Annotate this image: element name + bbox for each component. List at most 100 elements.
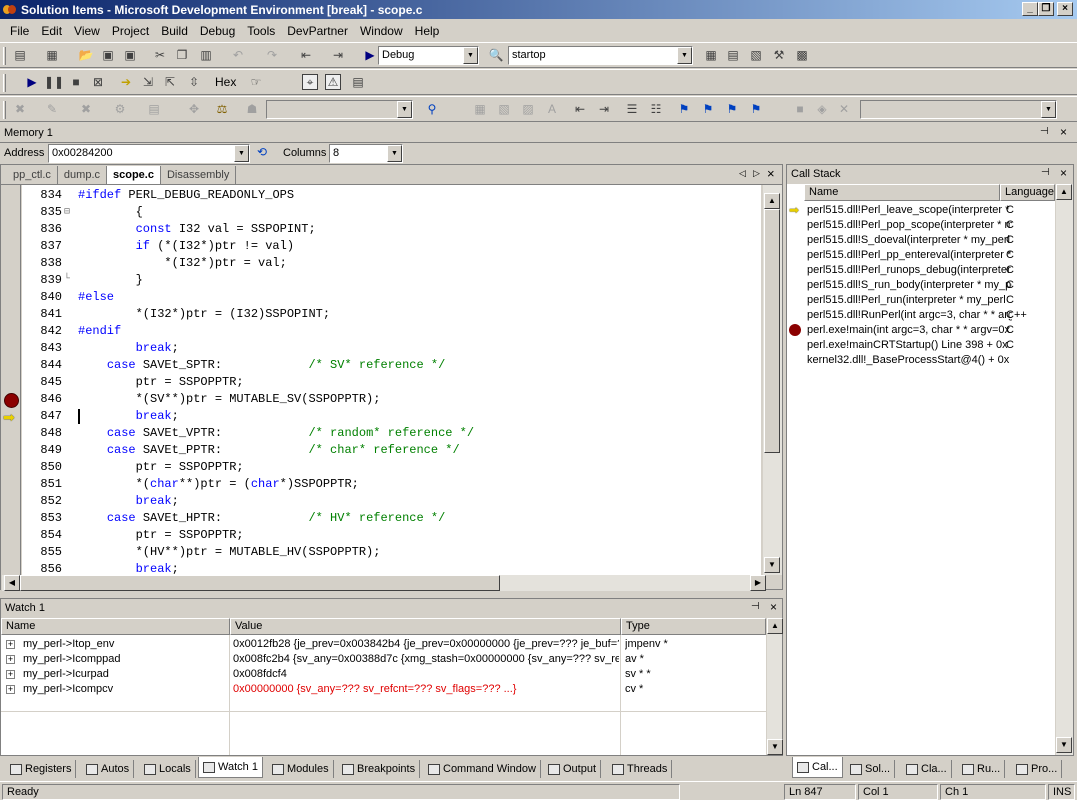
call-stack-frame[interactable]: perl.exe!main(int argc=3, char * * argv=… — [807, 323, 1012, 338]
dp-tool-3-icon[interactable]: ✖ — [78, 101, 94, 117]
watch-scroll-up-icon[interactable]: ▲ — [767, 618, 783, 634]
navigate-back-icon[interactable]: ⇤ — [298, 47, 314, 63]
restore-button[interactable]: ❐ — [1038, 2, 1054, 16]
dp-tool-16-icon[interactable]: ✕ — [836, 101, 852, 117]
solution-explorer-icon[interactable]: ▦ — [703, 47, 719, 63]
dp-combo-2[interactable]: ▼ — [860, 100, 1057, 119]
tab-scroll-right-icon[interactable]: ▷ — [753, 168, 760, 179]
tab-command-window[interactable]: Command Window — [424, 760, 541, 778]
call-stack-frame[interactable]: perl515.dll!RunPerl(int argc=3, char * *… — [807, 308, 1012, 323]
navigate-forward-icon[interactable]: ⇥ — [330, 47, 346, 63]
dp-tool-5-icon[interactable]: ▤ — [146, 101, 162, 117]
prev-bookmark-icon[interactable]: ⚑ — [724, 101, 740, 117]
code-line[interactable]: 853 case SAVEt_HPTR: /* HV* reference */ — [22, 510, 761, 527]
call-stack-frame[interactable]: perl515.dll!Perl_run(interpreter * my_pe… — [807, 293, 1012, 308]
tab-call-stack[interactable]: Cal... — [792, 757, 843, 778]
paste-icon[interactable]: ▥ — [198, 47, 214, 63]
tab-registers[interactable]: Registers — [6, 760, 77, 778]
code-line[interactable]: 856 break; — [22, 561, 761, 575]
watch-empty-row[interactable] — [1, 697, 766, 712]
menu-edit[interactable]: Edit — [35, 24, 68, 38]
cut-icon[interactable]: ✂ — [152, 47, 168, 63]
break-all-icon[interactable]: ❚❚ — [44, 74, 64, 90]
dp-tool-2-icon[interactable]: ✎ — [44, 101, 60, 117]
hscroll-thumb[interactable] — [20, 575, 500, 591]
tab-pp-ctl[interactable]: pp_ctl.c — [7, 166, 58, 184]
tab-locals[interactable]: Locals — [140, 760, 196, 778]
tab-autos[interactable]: Autos — [82, 760, 135, 778]
code-line[interactable]: 850 ptr = SSPOPPTR; — [22, 459, 761, 476]
clear-bookmarks-icon[interactable]: ⚑ — [748, 101, 764, 117]
watch-type[interactable]: sv * * — [625, 667, 765, 682]
code-area[interactable]: 834 #ifdef PERL_DEBUG_READONLY_OPS 835 {83… — [22, 185, 761, 575]
menu-help[interactable]: Help — [409, 24, 446, 38]
close-button[interactable]: × — [1057, 2, 1073, 16]
restart-icon[interactable]: ⊠ — [90, 74, 106, 90]
code-line[interactable]: 847 break; — [22, 408, 761, 425]
code-line[interactable]: 838 *(I32*)ptr = val; — [22, 255, 761, 272]
dp-tool-7-icon[interactable]: ⚖ — [214, 101, 230, 117]
dp-tool-4-icon[interactable]: ⚙ — [112, 101, 128, 117]
call-stack-frame[interactable]: perl515.dll!Perl_pop_scope(interpreter *… — [807, 218, 1012, 233]
call-stack-frame[interactable]: perl515.dll!S_run_body(interpreter * my_… — [807, 278, 1012, 293]
code-line[interactable]: 840 #else — [22, 289, 761, 306]
dp-tool-6-icon[interactable]: ✥ — [186, 101, 202, 117]
scroll-up-icon[interactable]: ▲ — [764, 193, 780, 209]
code-line[interactable]: 836 const I32 val = SSPOPINT; — [22, 221, 761, 238]
continue-icon[interactable]: ▶ — [24, 74, 40, 90]
show-next-statement-icon[interactable]: ➔ — [118, 74, 134, 90]
address-input[interactable]: 0x00284200 ▼ — [48, 144, 250, 163]
bookmark-icon[interactable]: ⚑ — [676, 101, 692, 117]
dp-tool-8-icon[interactable]: ☗ — [244, 101, 260, 117]
call-stack-frame[interactable]: kernel32.dll!_BaseProcessStart@4() + 0x — [807, 353, 1012, 368]
watch-name[interactable]: my_perl->Icomppad — [23, 652, 228, 667]
watch-col-name[interactable]: Name — [1, 618, 230, 635]
code-line[interactable]: 852 break; — [22, 493, 761, 510]
col-language-header[interactable]: Language — [1000, 184, 1055, 201]
tab-scroll-left-icon[interactable]: ◁ — [739, 168, 746, 179]
copy-icon[interactable]: ❐ — [174, 47, 190, 63]
hex-toggle[interactable]: Hex — [215, 75, 236, 89]
columns-combo[interactable]: 8 ▼ — [329, 144, 403, 163]
comment-icon[interactable]: ☰ — [624, 101, 640, 117]
next-bookmark-icon[interactable]: ⚑ — [700, 101, 716, 117]
code-line[interactable]: 841 *(I32*)ptr = (I32)SSPOPINT; — [22, 306, 761, 323]
call-stack-frame[interactable]: perl515.dll!S_doeval(interpreter * my_pe… — [807, 233, 1012, 248]
app-icon[interactable] — [2, 3, 18, 17]
memory-close-icon[interactable]: × — [1060, 125, 1067, 139]
undo-icon[interactable]: ↶ — [230, 47, 246, 63]
minimize-button[interactable]: _ — [1022, 2, 1038, 16]
editor-hscroll[interactable]: ◀ ▶ — [1, 575, 766, 591]
dp-tool-12-icon[interactable]: ▨ — [520, 101, 536, 117]
breakpoints-window-icon[interactable]: ☞ — [248, 74, 264, 90]
code-line[interactable]: 839 } — [22, 272, 761, 289]
dp-tool-13-icon[interactable]: A — [544, 101, 560, 117]
code-line[interactable]: 848 case SAVEt_VPTR: /* random* referenc… — [22, 425, 761, 442]
call-stack-frame[interactable]: perl515.dll!Perl_pp_entereval(interprete… — [807, 248, 1012, 263]
code-line[interactable]: 837 if (*(I32*)ptr != val) — [22, 238, 761, 255]
step-out-icon[interactable]: ⇳ — [186, 74, 202, 90]
code-line[interactable]: 834 #ifdef PERL_DEBUG_READONLY_OPS — [22, 187, 761, 204]
callstack-close-icon[interactable]: × — [1060, 166, 1067, 180]
find-in-files-icon[interactable]: 🔍 — [488, 47, 504, 63]
warning-icon[interactable]: ⚠ — [325, 74, 341, 90]
indent-icon[interactable]: ⇥ — [596, 101, 612, 117]
dp-tool-10-icon[interactable]: ▦ — [472, 101, 488, 117]
watch-scroll-down-icon[interactable]: ▼ — [767, 739, 783, 755]
menu-window[interactable]: Window — [354, 24, 409, 38]
exception-icon[interactable]: ⌖ — [302, 74, 318, 90]
tab-properties[interactable]: Pro... — [1012, 760, 1063, 778]
dp-tool-9-icon[interactable]: ⚲ — [424, 101, 440, 117]
step-into-icon[interactable]: ⇲ — [140, 74, 156, 90]
expand-icon[interactable]: + — [6, 685, 15, 694]
tab-disassembly[interactable]: Disassembly — [161, 166, 237, 184]
tab-solution[interactable]: Sol... — [846, 760, 896, 778]
callstack-pin-icon[interactable]: ⊣ — [1041, 167, 1050, 178]
collapse-outline-icon[interactable]: ⊟ — [64, 206, 70, 218]
tab-threads[interactable]: Threads — [608, 760, 673, 778]
editor-vscroll[interactable]: ▲ ▼ — [762, 185, 782, 575]
redo-icon[interactable]: ↷ — [264, 47, 280, 63]
tab-output[interactable]: Output — [544, 760, 602, 778]
col-name-header[interactable]: Name — [804, 184, 1000, 201]
menu-build[interactable]: Build — [155, 24, 194, 38]
